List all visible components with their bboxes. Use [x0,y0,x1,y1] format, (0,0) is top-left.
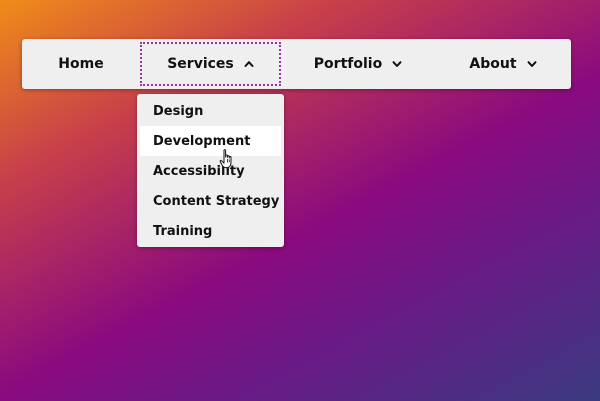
nav-item-about-label: About [469,56,517,72]
menu-item-development-label: Development [153,133,251,149]
nav-item-home[interactable]: Home [22,39,140,89]
main-navigation-bar: Home Services Portfolio About [22,39,571,89]
menu-item-training-label: Training [153,223,213,239]
menu-item-accessibility[interactable]: Accessibility [137,156,284,186]
nav-item-services[interactable]: Services [140,42,281,86]
nav-item-services-label: Services [167,56,234,72]
chevron-up-icon [244,59,254,69]
chevron-down-icon [527,59,537,69]
menu-item-design-label: Design [153,103,204,119]
chevron-down-icon [392,59,402,69]
menu-item-content-strategy-label: Content Strategy [153,193,280,209]
menu-item-training[interactable]: Training [137,216,284,246]
nav-item-home-label: Home [58,56,104,72]
hand-pointer-cursor-icon [219,149,235,169]
nav-item-portfolio-label: Portfolio [313,56,383,72]
menu-item-content-strategy[interactable]: Content Strategy [137,186,284,216]
nav-item-about[interactable]: About [435,39,571,89]
nav-item-portfolio[interactable]: Portfolio [281,39,435,89]
services-dropdown-menu: Design Development Accessibility Content… [137,94,284,247]
menu-item-development[interactable]: Development [140,126,281,156]
menu-item-design[interactable]: Design [137,96,284,126]
